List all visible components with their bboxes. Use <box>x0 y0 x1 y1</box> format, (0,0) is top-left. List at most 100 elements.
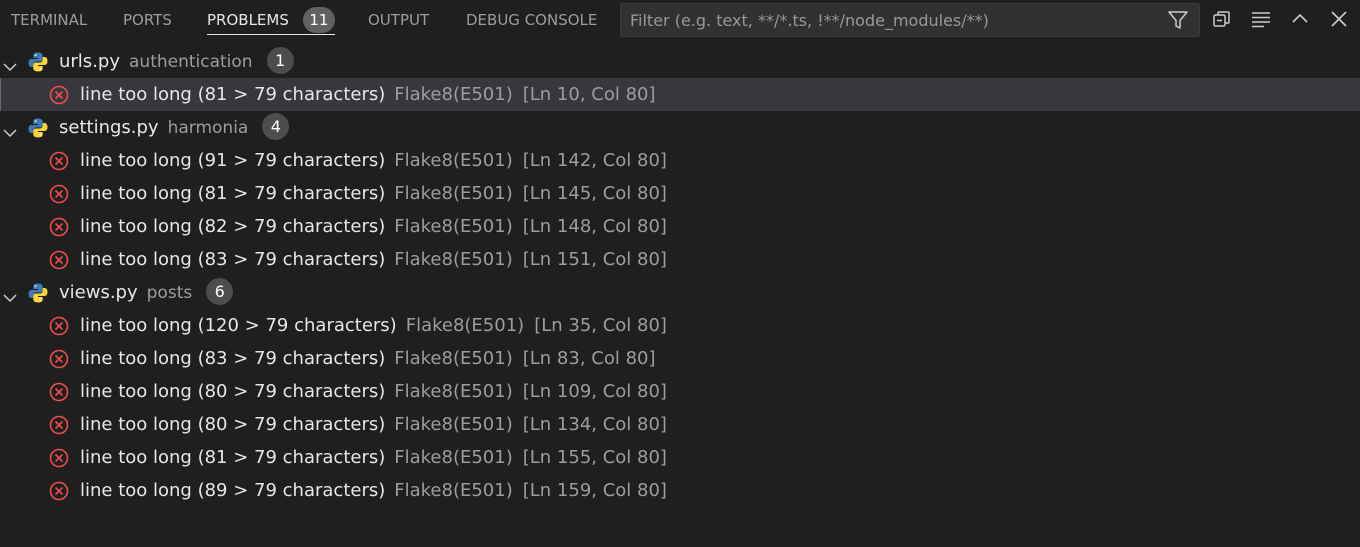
problem-row[interactable]: line too long (91 > 79 characters) Flake8… <box>0 144 1360 177</box>
file-name: urls.py <box>59 51 120 72</box>
tab-ports[interactable]: PORTS <box>123 0 172 40</box>
problem-source: Flake8(E501) <box>394 381 513 402</box>
chevron-down-icon[interactable] <box>2 119 18 138</box>
problem-row[interactable]: line too long (120 > 79 characters) Flake… <box>0 309 1360 342</box>
tab-label: TERMINAL <box>11 11 88 29</box>
problem-count-badge: 4 <box>262 112 290 140</box>
maximize-panel-icon[interactable] <box>1287 6 1313 32</box>
problem-source: Flake8(E501) <box>394 348 513 369</box>
problem-text: line too long (80 > 79 characters) Flake8… <box>80 408 667 441</box>
problem-location: [Ln 10, Col 80] <box>522 84 656 105</box>
chevron-down-icon[interactable] <box>2 284 18 303</box>
problem-row[interactable]: line too long (81 > 79 characters) Flake8… <box>0 177 1360 210</box>
tab-output[interactable]: OUTPUT <box>368 0 429 40</box>
error-icon <box>48 447 70 469</box>
file-group-row[interactable]: views.py posts 6 <box>0 276 1360 309</box>
problem-location: [Ln 155, Col 80] <box>522 447 667 468</box>
view-as-list-icon[interactable] <box>1248 6 1274 32</box>
problem-source: Flake8(E501) <box>394 216 513 237</box>
problem-text: line too long (81 > 79 characters) Flake8… <box>80 441 667 474</box>
problem-message: line too long (80 > 79 characters) <box>80 381 386 402</box>
tab-terminal[interactable]: TERMINAL <box>11 0 87 40</box>
problems-tree: urls.py authentication 1 line too long (81 … <box>0 45 1360 507</box>
problem-message: line too long (81 > 79 characters) <box>80 447 386 468</box>
problem-message: line too long (120 > 79 characters) <box>80 315 397 336</box>
tab-problems[interactable]: PROBLEMS 11 <box>207 0 335 40</box>
chevron-down-icon[interactable] <box>2 53 18 72</box>
problem-location: [Ln 83, Col 80] <box>522 348 656 369</box>
close-panel-icon[interactable] <box>1326 6 1352 32</box>
problems-panel: TERMINAL PORTS PROBLEMS 11 OUTPUT DEBUG C… <box>0 0 1360 547</box>
file-name: views.py <box>59 282 138 303</box>
collapse-all-icon[interactable] <box>1209 6 1235 32</box>
file-label: urls.py authentication 1 <box>59 45 294 79</box>
problem-row[interactable]: line too long (80 > 79 characters) Flake8… <box>0 408 1360 441</box>
problem-row[interactable]: line too long (82 > 79 characters) Flake8… <box>0 210 1360 243</box>
problem-message: line too long (80 > 79 characters) <box>80 414 386 435</box>
problem-location: [Ln 109, Col 80] <box>522 381 667 402</box>
problems-count-badge: 11 <box>302 6 335 33</box>
problem-message: line too long (89 > 79 characters) <box>80 480 386 501</box>
problem-source: Flake8(E501) <box>394 447 513 468</box>
problem-message: line too long (83 > 79 characters) <box>80 249 386 270</box>
problem-text: line too long (83 > 79 characters) Flake8… <box>80 342 656 375</box>
problem-source: Flake8(E501) <box>394 84 513 105</box>
problem-location: [Ln 148, Col 80] <box>522 216 667 237</box>
tab-label: PORTS <box>123 11 172 29</box>
problem-source: Flake8(E501) <box>405 315 525 336</box>
python-file-icon <box>27 117 49 139</box>
error-icon <box>48 249 70 271</box>
problem-row[interactable]: line too long (83 > 79 characters) Flake8… <box>0 342 1360 375</box>
problem-message: line too long (82 > 79 characters) <box>80 216 386 237</box>
python-file-icon <box>27 51 49 73</box>
file-directory: harmonia <box>167 118 249 138</box>
filter-input[interactable] <box>621 4 1161 36</box>
problem-row[interactable]: line too long (81 > 79 characters) Flake8… <box>0 78 1360 111</box>
problem-text: line too long (81 > 79 characters) Flake8… <box>80 177 667 210</box>
file-name: settings.py <box>59 117 159 138</box>
problem-count-badge: 6 <box>206 277 234 305</box>
error-icon <box>48 315 70 337</box>
active-tab-indicator <box>207 34 335 35</box>
problem-source: Flake8(E501) <box>394 183 513 204</box>
problem-text: line too long (89 > 79 characters) Flake8… <box>80 474 667 507</box>
problem-message: line too long (81 > 79 characters) <box>80 84 386 105</box>
problem-text: line too long (80 > 79 characters) Flake8… <box>80 375 667 408</box>
python-file-icon <box>27 282 49 304</box>
filter-icon[interactable] <box>1165 7 1191 33</box>
tab-debug-console[interactable]: DEBUG CONSOLE <box>466 0 597 40</box>
file-directory: authentication <box>129 52 253 72</box>
error-icon <box>48 183 70 205</box>
file-group-row[interactable]: settings.py harmonia 4 <box>0 111 1360 144</box>
file-group-row[interactable]: urls.py authentication 1 <box>0 45 1360 78</box>
tab-label: DEBUG CONSOLE <box>466 11 598 29</box>
problem-row[interactable]: line too long (83 > 79 characters) Flake8… <box>0 243 1360 276</box>
problem-source: Flake8(E501) <box>394 150 513 171</box>
file-directory: posts <box>146 283 193 303</box>
error-icon <box>48 480 70 502</box>
problem-location: [Ln 142, Col 80] <box>522 150 667 171</box>
problem-text: line too long (120 > 79 characters) Flake… <box>80 309 667 342</box>
problem-source: Flake8(E501) <box>394 480 513 501</box>
problem-location: [Ln 35, Col 80] <box>534 315 667 336</box>
error-icon <box>48 84 70 106</box>
tab-label: PROBLEMS <box>207 11 289 29</box>
problem-text: line too long (91 > 79 characters) Flake8… <box>80 144 667 177</box>
problem-row[interactable]: line too long (80 > 79 characters) Flake8… <box>0 375 1360 408</box>
error-icon <box>48 216 70 238</box>
problem-message: line too long (91 > 79 characters) <box>80 150 386 171</box>
problem-location: [Ln 145, Col 80] <box>522 183 667 204</box>
panel-tab-bar: TERMINAL PORTS PROBLEMS 11 OUTPUT DEBUG C… <box>0 0 1360 40</box>
error-icon <box>48 414 70 436</box>
error-icon <box>48 381 70 403</box>
problem-source: Flake8(E501) <box>394 414 513 435</box>
problem-row[interactable]: line too long (81 > 79 characters) Flake8… <box>0 441 1360 474</box>
problem-location: [Ln 151, Col 80] <box>522 249 667 270</box>
problem-text: line too long (82 > 79 characters) Flake8… <box>80 210 667 243</box>
problem-count-badge: 1 <box>266 46 294 74</box>
problem-location: [Ln 159, Col 80] <box>522 480 667 501</box>
problem-text: line too long (81 > 79 characters) Flake8… <box>80 78 656 111</box>
problem-row[interactable]: line too long (89 > 79 characters) Flake8… <box>0 474 1360 507</box>
problem-message: line too long (83 > 79 characters) <box>80 348 386 369</box>
error-icon <box>48 150 70 172</box>
